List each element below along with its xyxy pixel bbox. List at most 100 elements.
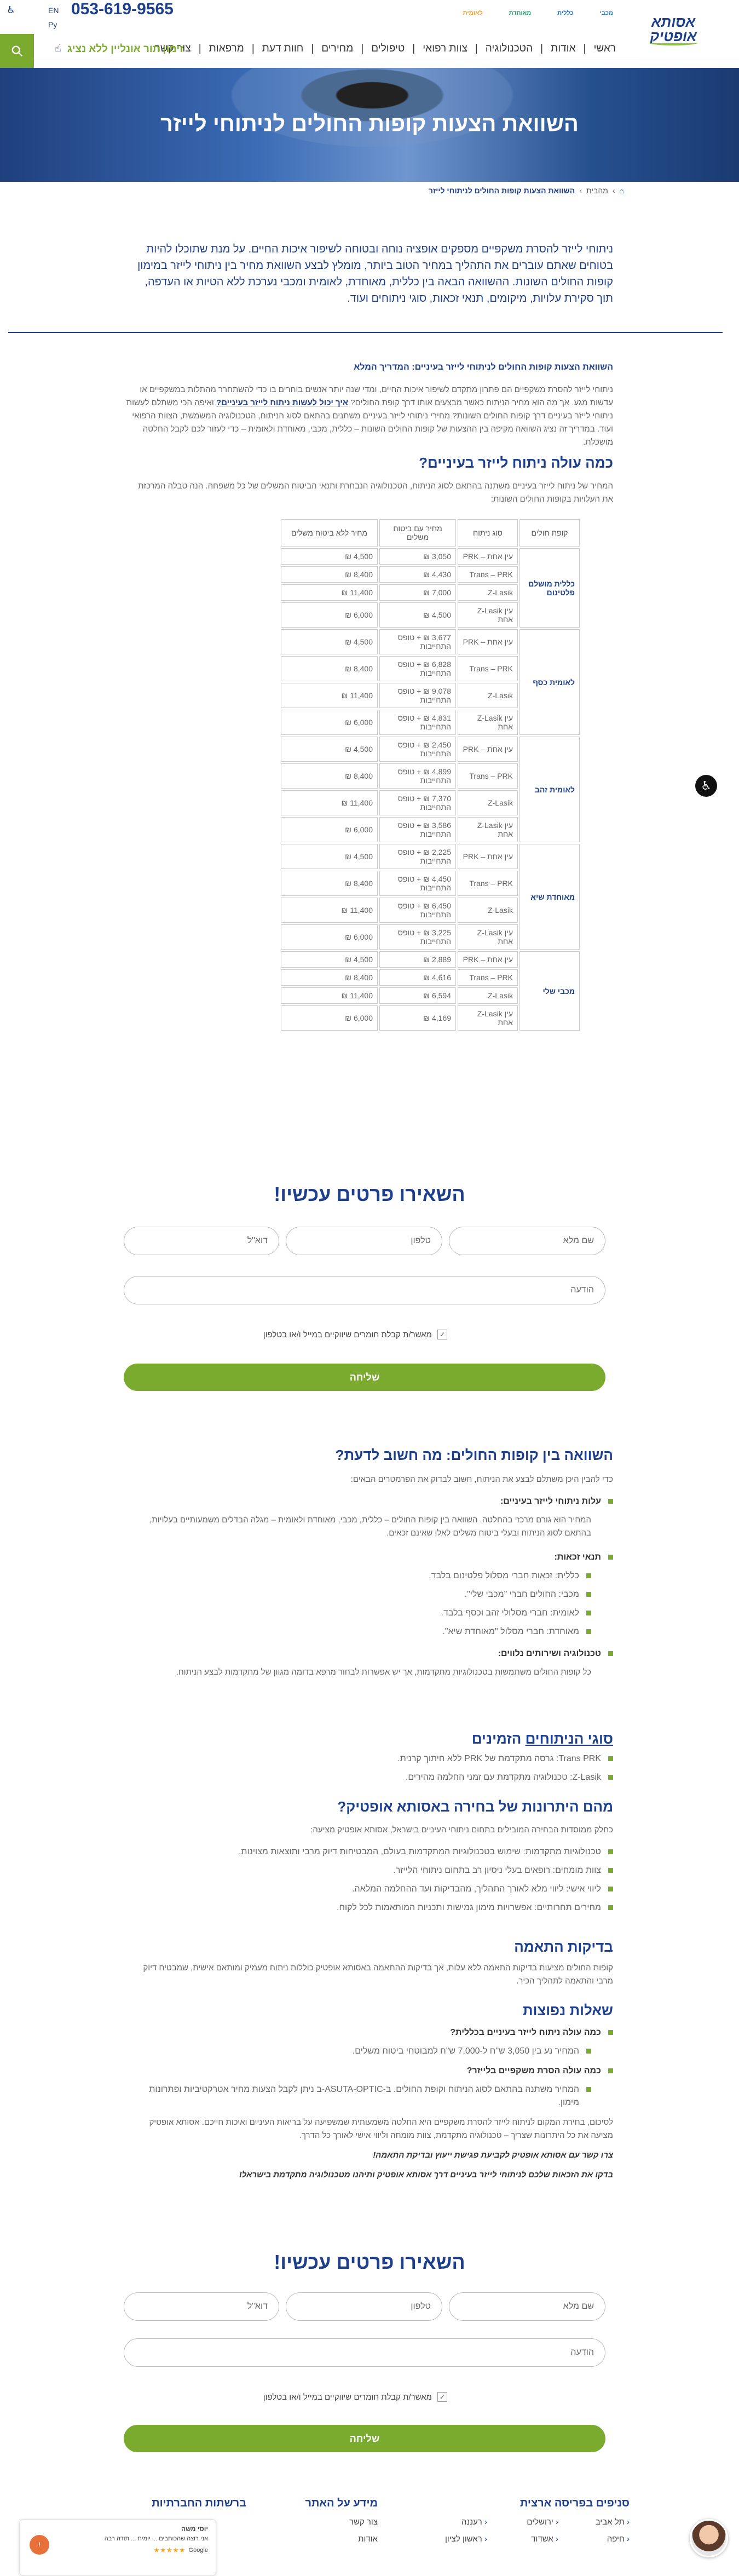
- with-insurance-cell: 4,500 ₪: [379, 602, 456, 628]
- with-insurance-cell: 6,594 ₪: [379, 987, 456, 1004]
- faq-cta1[interactable]: צרו קשר עם אסותא אופטיק לקביעת פגישת ייע…: [126, 2149, 613, 2162]
- breadcrumb-current: השוואת הצעות קופות החולים לניתוחי לייזר: [428, 186, 575, 195]
- fund-cell: לאומית כסף: [519, 629, 580, 735]
- types-list: Trans PRK: גרסה מתקדמת של PRK ללא חיתוך …: [126, 1752, 613, 1790]
- email-input-2[interactable]: דוא"ל: [124, 2292, 279, 2321]
- nav-clinics[interactable]: מרפאות: [209, 43, 244, 55]
- cost-title: כמה עולה ניתוח לייזר בעיניים?: [419, 455, 613, 471]
- types-title-rest: הזמינים: [471, 1730, 522, 1747]
- type-cell: Z-Lasik עין אחת: [458, 710, 518, 735]
- table-row: לאומית זהב PRK – עין אחת 2,450 ₪ + טופס הת…: [281, 737, 580, 842]
- breadcrumb: ⌂ › מהבית › השוואת הצעות קופות החולים לנ…: [429, 186, 624, 195]
- table-body: כללית מושלם פלטינום PRK – עין אחת 3,050 ₪ 4…: [281, 548, 580, 1031]
- nav-medical-staff[interactable]: צוות רפואי: [423, 43, 467, 55]
- type-cell: PRK – עין אחת: [458, 844, 518, 869]
- type-cell: Trans – PRK: [458, 969, 518, 986]
- without-insurance-cell: 4,500 ₪: [281, 737, 378, 762]
- nav-home[interactable]: ראשי: [593, 43, 616, 55]
- guide-link[interactable]: איך יכול לעשות ניתוח לייזר בעיניים?: [216, 398, 348, 407]
- message-input-2[interactable]: הודעה: [124, 2338, 605, 2367]
- phone-input-2[interactable]: טלפון: [286, 2292, 442, 2321]
- online-booking-link[interactable]: זימון תור אונליין ללא נציג ☝: [55, 43, 183, 55]
- table-row: מכבי שלי PRK – עין אחת 2,889 ₪ 4,500 ₪: [281, 951, 580, 1031]
- compare-tech-text: כל קופות החולים משתמשות בטכנולוגיות מתקד…: [176, 1668, 591, 1677]
- type-cell: Trans – PRK: [458, 763, 518, 789]
- search-button[interactable]: [0, 34, 34, 68]
- submit-button[interactable]: שליחה: [124, 1364, 605, 1391]
- footer-contact-link[interactable]: צור קשר: [268, 2517, 378, 2527]
- header-phone[interactable]: 053-619-9565: [71, 0, 174, 19]
- cost-text: המחיר של ניתוח לייזר בעיניים משתנה בהתאם…: [138, 481, 613, 504]
- message-input[interactable]: הודעה: [124, 1276, 605, 1304]
- type-cell: Trans – PRK: [458, 566, 518, 583]
- table-row: מאוחדת שיא PRK – עין אחת 2,225 ₪ + טופס הת…: [281, 844, 580, 950]
- breadcrumb-home[interactable]: מהבית: [586, 186, 608, 195]
- nav-treatments[interactable]: טיפולים: [371, 43, 405, 55]
- without-insurance-cell: 11,400 ₪: [281, 790, 378, 815]
- star-rating-icon: ★★★★★: [153, 2546, 186, 2555]
- without-insurance-cell: 8,400 ₪: [281, 969, 378, 986]
- faq-title: שאלות נפוצות: [522, 2002, 613, 2019]
- language-switcher: EN Py: [48, 3, 70, 32]
- site-logo[interactable]: אסותא אופטיק: [640, 11, 706, 49]
- partner-meuhedet: מאוחדת: [509, 10, 532, 16]
- breadcrumb-sep: ›: [579, 186, 582, 195]
- branch-link[interactable]: ירושלים: [493, 2517, 558, 2527]
- with-insurance-cell: 3,225 ₪ + טופס התחייבות: [379, 924, 456, 950]
- branch-link[interactable]: ראשון לציון: [422, 2534, 487, 2544]
- compare-bullet-technology: טכנולוגיה ושירותים נלווים:: [126, 1647, 613, 1660]
- without-insurance-cell: 6,000 ₪: [281, 817, 378, 842]
- lang-ru[interactable]: Py: [48, 18, 70, 32]
- with-insurance-cell: 6,450 ₪ + טופס התחייבות: [379, 898, 456, 923]
- search-icon: [11, 45, 22, 56]
- with-insurance-cell: 7,000 ₪: [379, 584, 456, 601]
- chat-avatar[interactable]: [690, 2519, 728, 2557]
- advantage-item: ליווי אישי: ליווי מלא לאורך התהליך, מהבד…: [126, 1883, 613, 1896]
- footer-info: מידע על האתר צור קשר אודות: [268, 2497, 378, 2544]
- with-insurance-cell: 4,450 ₪ + טופס התחייבות: [379, 871, 456, 896]
- section-divider: [8, 332, 723, 333]
- phone-input[interactable]: טלפון: [286, 1227, 442, 1255]
- submit-button-2[interactable]: שליחה: [124, 2425, 605, 2452]
- nav-technology[interactable]: הטכנולוגיה: [486, 43, 533, 55]
- without-insurance-cell: 4,500 ₪: [281, 548, 378, 565]
- nav-prices[interactable]: מחירים: [321, 43, 353, 55]
- lang-en[interactable]: EN: [48, 3, 70, 18]
- name-input-2[interactable]: שם מלא: [449, 2292, 605, 2321]
- eligibility-item: מכבי: החולים חברי "מכבי שלי".: [126, 1588, 591, 1601]
- guide-text: ניתוחי לייזר להסרת משקפיים הם פתרון מתקד…: [126, 383, 613, 449]
- advantage-item: צוות מומחים: רופאים בעלי ניסיון רב בתחום…: [126, 1864, 613, 1877]
- branch-link[interactable]: תל אביב: [564, 2517, 630, 2527]
- footer-social: ברשתות החברתיות: [137, 2497, 246, 2517]
- nav-reviews[interactable]: חוות דעת: [262, 43, 304, 55]
- accessibility-small-icon[interactable]: ♿: [7, 4, 19, 16]
- type-cell: Z-Lasik עין אחת: [458, 924, 518, 950]
- google-review-widget[interactable]: יוסי משה אני רוצה שהכותבים ... יומית ...…: [19, 2519, 216, 2576]
- type-cell: Z-Lasik עין אחת: [458, 817, 518, 842]
- branch-link[interactable]: חיפה: [564, 2534, 630, 2544]
- faq-cta2[interactable]: בדקו את הזכאות שלכם לניתוחי לייזר בעיניי…: [126, 2169, 613, 2182]
- review-author: יוסי משה: [181, 2525, 208, 2533]
- nav-about[interactable]: אודות: [551, 43, 575, 55]
- type-cell: PRK – עין אחת: [458, 737, 518, 762]
- type-cell: Z-Lasik עין אחת: [458, 602, 518, 628]
- accessibility-button[interactable]: ♿: [695, 775, 717, 797]
- branch-link[interactable]: רעננה: [422, 2517, 487, 2527]
- with-insurance-cell: 7,370 ₪ + טופס התחייבות: [379, 790, 456, 815]
- footer-about-link[interactable]: אודות: [268, 2534, 378, 2544]
- type-cell: Z-Lasik עין אחת: [458, 1005, 518, 1031]
- without-insurance-cell: 6,000 ₪: [281, 1005, 378, 1031]
- fund-cell: לאומית זהב: [519, 737, 580, 842]
- type-cell: Trans – PRK: [458, 871, 518, 896]
- type-item-z-lasik: Z-Lasik: טכנולוגיה מתקדמת עם זמני החלמה …: [126, 1771, 613, 1784]
- type-cell: Z-Lasik: [458, 790, 518, 815]
- types-title-link[interactable]: סוגי הניתוחים: [526, 1730, 613, 1747]
- consent-checkbox[interactable]: ✓: [437, 1330, 447, 1339]
- without-insurance-cell: 11,400 ₪: [281, 987, 378, 1004]
- email-input[interactable]: דוא"ל: [124, 1227, 279, 1255]
- type-cell: Z-Lasik: [458, 683, 518, 708]
- branch-link[interactable]: אשדוד: [493, 2534, 558, 2544]
- name-input[interactable]: שם מלא: [449, 1227, 605, 1255]
- consent-checkbox-2[interactable]: ✓: [437, 2392, 447, 2402]
- home-icon[interactable]: ⌂: [620, 186, 624, 195]
